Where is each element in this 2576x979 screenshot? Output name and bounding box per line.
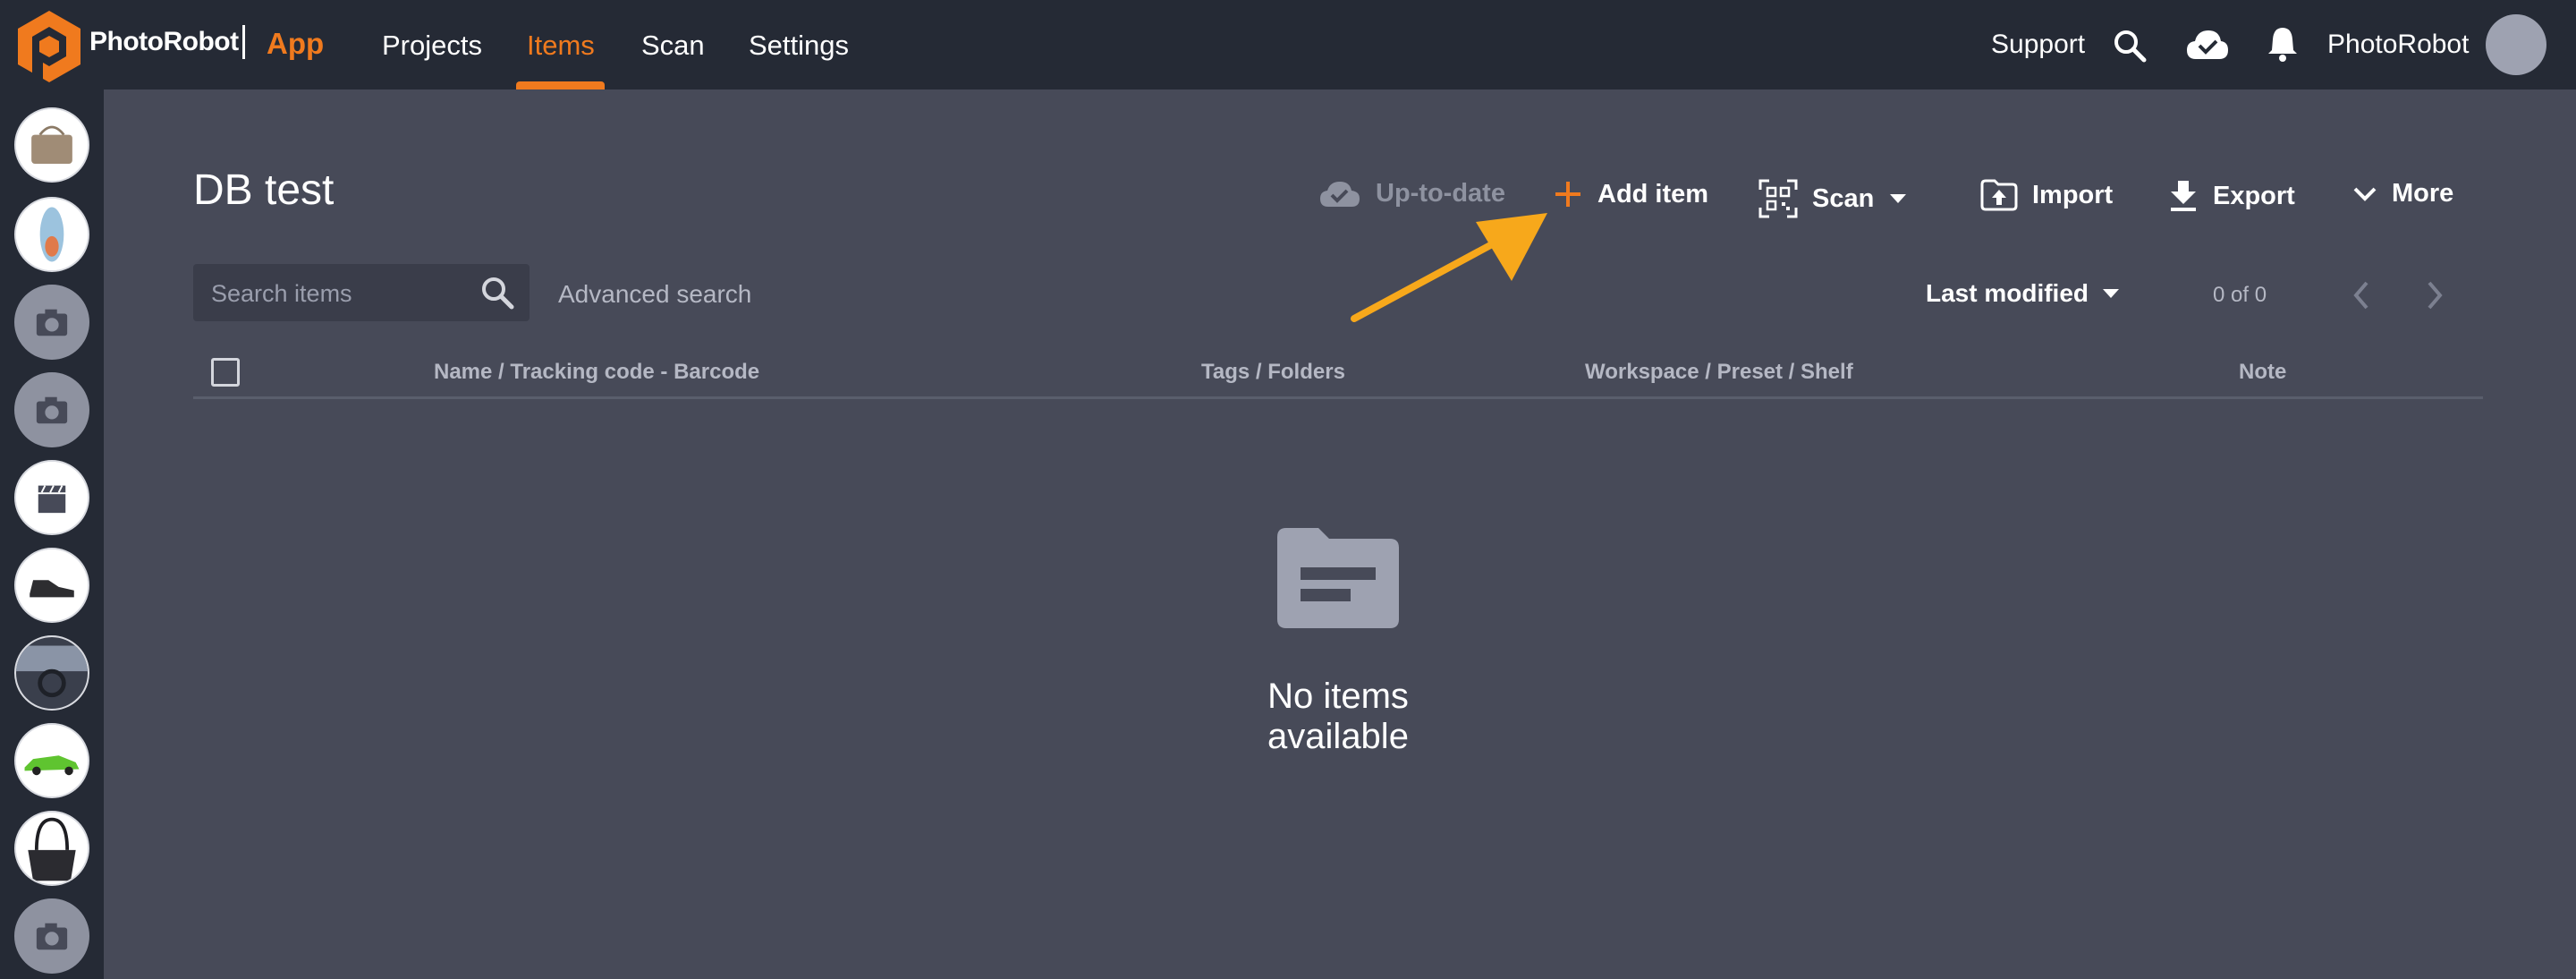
top-bar: PhotoRobot App Projects Items Scan Setti… <box>0 0 2576 89</box>
sidebar-item-camera-3[interactable] <box>14 898 89 974</box>
sidebar-item-shoe[interactable] <box>14 548 89 623</box>
empty-state-message: No items available <box>1267 677 1409 756</box>
user-name[interactable]: PhotoRobot <box>2327 30 2469 60</box>
caret-down-icon <box>1890 194 1907 203</box>
nav-scan[interactable]: Scan <box>641 30 705 62</box>
support-link[interactable]: Support <box>1991 30 2085 60</box>
clapperboard-icon <box>16 462 88 533</box>
search-input[interactable]: Search items <box>193 264 530 321</box>
page-title: DB test <box>193 166 335 214</box>
brand-separator <box>242 25 245 59</box>
handbag-thumbnail-icon <box>16 109 88 181</box>
search-icon[interactable] <box>2113 29 2147 63</box>
sidebar-item-green-car[interactable] <box>14 723 89 798</box>
more-label: More <box>2392 179 2454 208</box>
sort-select[interactable]: Last modified <box>1926 279 2121 308</box>
sidebar-item-car-interior[interactable] <box>14 635 89 711</box>
add-item-label: Add item <box>1597 179 1709 209</box>
sync-status: Up-to-date <box>1318 179 1505 209</box>
sidebar-item-camera-1[interactable] <box>14 285 89 360</box>
scan-button[interactable]: Scan <box>1758 179 1908 218</box>
column-workspace[interactable]: Workspace / Preset / Shelf <box>1585 360 1853 385</box>
download-icon <box>2171 181 2196 211</box>
cloud-check-icon <box>1320 181 1360 207</box>
bag-thumbnail-icon <box>16 813 88 884</box>
column-note[interactable]: Note <box>2239 360 2286 385</box>
sidebar-item-camera-2[interactable] <box>14 372 89 447</box>
advanced-search-link[interactable]: Advanced search <box>558 280 751 309</box>
camera-icon <box>36 396 68 424</box>
folder-upload-icon <box>1980 179 2018 211</box>
qr-scan-icon <box>1758 179 1798 218</box>
search-icon[interactable] <box>479 275 515 311</box>
next-page-icon[interactable] <box>2422 279 2447 311</box>
sidebar <box>0 89 104 979</box>
import-button[interactable]: Import <box>1980 179 2113 211</box>
sort-selected-label: Last modified <box>1926 279 2089 307</box>
annotation-arrow-icon <box>1351 213 1547 322</box>
export-label: Export <box>2213 181 2295 210</box>
previous-page-icon[interactable] <box>2349 279 2374 311</box>
shoe-sole-thumbnail-icon <box>16 199 88 270</box>
camera-icon <box>36 309 68 336</box>
more-button[interactable]: More <box>2352 179 2453 209</box>
chevron-down-icon <box>2353 187 2377 201</box>
bell-icon[interactable] <box>2267 25 2298 63</box>
export-button[interactable]: Export <box>2168 179 2295 213</box>
shoe-thumbnail-icon <box>16 549 88 621</box>
caret-down-icon <box>2103 289 2120 298</box>
sidebar-item-video[interactable] <box>14 460 89 535</box>
empty-folder-icon <box>1277 528 1399 628</box>
camera-icon <box>36 923 68 950</box>
brand-name[interactable]: PhotoRobot <box>89 27 239 57</box>
sidebar-item-handbag[interactable] <box>14 107 89 183</box>
cloud-check-icon[interactable] <box>2185 29 2230 61</box>
pager-count: 0 of 0 <box>2213 283 2267 307</box>
table-header: Name / Tracking code - Barcode Tags / Fo… <box>193 354 2483 399</box>
active-nav-indicator <box>516 81 605 89</box>
app-label[interactable]: App <box>267 27 324 61</box>
scan-label: Scan <box>1812 183 1875 213</box>
nav-items[interactable]: Items <box>527 30 595 62</box>
search-placeholder: Search items <box>211 280 352 307</box>
sidebar-item-shoe-sole[interactable] <box>14 197 89 272</box>
green-car-thumbnail-icon <box>16 725 88 796</box>
photorobot-logo-icon[interactable] <box>16 9 82 84</box>
add-item-button[interactable]: Add item <box>1553 179 1708 209</box>
column-tags[interactable]: Tags / Folders <box>1201 360 1345 385</box>
plus-icon <box>1555 182 1580 207</box>
column-name[interactable]: Name / Tracking code - Barcode <box>434 360 759 385</box>
user-avatar[interactable] <box>2486 14 2546 75</box>
sidebar-item-bag[interactable] <box>14 811 89 886</box>
sync-status-label: Up-to-date <box>1376 179 1505 208</box>
car-interior-thumbnail-icon <box>16 637 88 709</box>
import-label: Import <box>2032 180 2114 209</box>
nav-settings[interactable]: Settings <box>749 30 849 62</box>
nav-projects[interactable]: Projects <box>382 30 482 62</box>
select-all-checkbox[interactable] <box>211 358 240 387</box>
